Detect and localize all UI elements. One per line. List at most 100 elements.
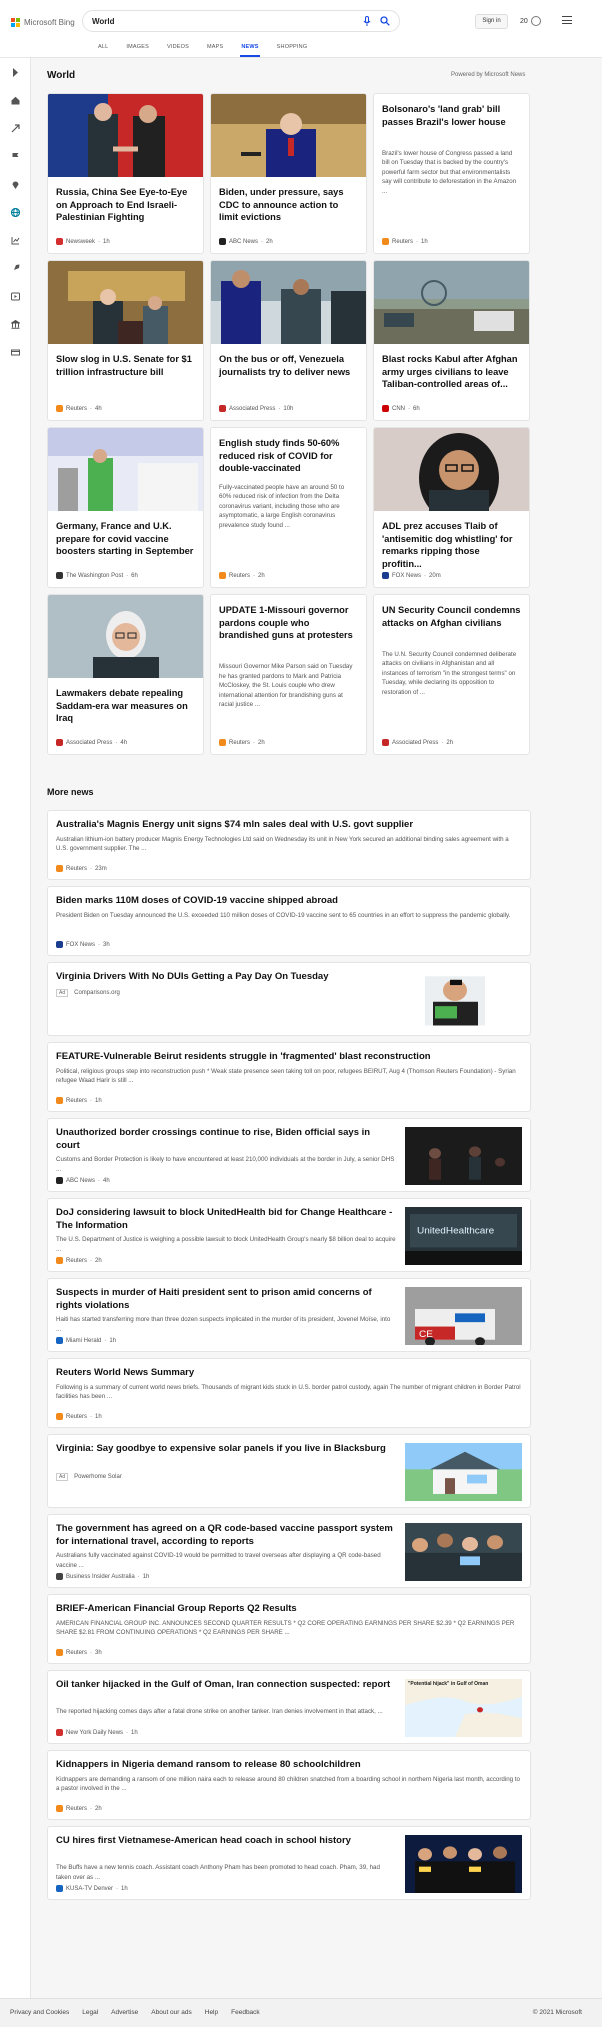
news-list-item[interactable]: Virginia: Say goodbye to expensive solar… [47, 1434, 531, 1508]
news-card[interactable]: Blast rocks Kabul after Afghan army urge… [373, 260, 530, 421]
money-icon[interactable] [11, 348, 20, 357]
news-card-title[interactable]: UN Security Council condemns attacks on … [382, 604, 521, 629]
microphone-icon[interactable] [362, 16, 372, 26]
footer-link[interactable]: Advertise [111, 2009, 138, 2016]
news-card[interactable]: UN Security Council condemns attacks on … [373, 594, 530, 755]
search-icon[interactable] [380, 16, 390, 26]
news-card-image[interactable] [48, 428, 203, 511]
news-list-item[interactable]: The government has agreed on a QR code-b… [47, 1514, 531, 1588]
rewards-button[interactable]: 20 [520, 16, 541, 26]
news-item-source[interactable]: FOX News · 3h [56, 941, 110, 948]
tab-videos[interactable]: VIDEOS [158, 40, 198, 58]
news-card-title[interactable]: Biden, under pressure, says CDC to annou… [219, 186, 358, 224]
search-input[interactable]: World [92, 17, 354, 26]
news-card-image[interactable] [211, 94, 366, 177]
news-item-source[interactable]: Reuters · 23m [56, 865, 107, 872]
news-list-item[interactable]: BRIEF-American Financial Group Reports Q… [47, 1594, 531, 1664]
news-item-source[interactable]: Miami Herald · 1h [56, 1337, 116, 1344]
news-item-source[interactable]: Reuters · 3h [56, 1649, 102, 1656]
news-card-source[interactable]: Associated Press · 2h [382, 739, 453, 746]
news-list-item[interactable]: Kidnappers in Nigeria demand ransom to r… [47, 1750, 531, 1820]
news-item-source[interactable]: Business Insider Australia · 1h [56, 1573, 149, 1580]
news-item-thumbnail[interactable]: CE [405, 1287, 522, 1346]
tab-all[interactable]: ALL [89, 40, 117, 58]
news-item-thumbnail[interactable] [405, 971, 522, 1029]
news-card-source[interactable]: ABC News · 2h [219, 238, 273, 245]
news-item-title[interactable]: The government has agreed on a QR code-b… [56, 1523, 396, 1548]
news-card-title[interactable]: ADL prez accuses Tlaib of 'antisemitic d… [382, 520, 521, 570]
news-card[interactable]: On the bus or off, Venezuela journalists… [210, 260, 367, 421]
entertainment-icon[interactable] [11, 292, 20, 301]
news-item-title[interactable]: Biden marks 110M doses of COVID-19 vacci… [56, 895, 522, 908]
news-item-source[interactable]: Reuters · 1h [56, 1097, 102, 1104]
tab-images[interactable]: IMAGES [117, 40, 158, 58]
news-item-source[interactable]: ABC News · 4h [56, 1177, 110, 1184]
news-item-source[interactable]: Reuters · 2h [56, 1805, 102, 1812]
news-card-title[interactable]: Blast rocks Kabul after Afghan army urge… [382, 353, 521, 391]
news-card-image[interactable] [374, 261, 529, 344]
news-item-title[interactable]: Oil tanker hijacked in the Gulf of Oman,… [56, 1679, 396, 1692]
news-item-title[interactable]: Kidnappers in Nigeria demand ransom to r… [56, 1759, 522, 1772]
news-card-source[interactable]: Reuters · 2h [219, 739, 265, 746]
news-card-source[interactable]: FOX News · 20m [382, 572, 441, 579]
news-item-thumbnail[interactable] [405, 1523, 522, 1581]
news-card[interactable]: UPDATE 1-Missouri governor pardons coupl… [210, 594, 367, 755]
politics-icon[interactable] [11, 320, 20, 329]
expand-arrow-icon[interactable] [11, 68, 20, 77]
trending-icon[interactable] [11, 124, 20, 133]
news-list-item[interactable]: FEATURE-Vulnerable Beirut residents stru… [47, 1042, 531, 1112]
news-item-source[interactable]: Ad Comparisons.org [56, 988, 120, 997]
bing-logo[interactable]: Microsoft Bing [11, 15, 75, 29]
news-card-source[interactable]: The Washington Post · 6h [56, 572, 138, 579]
news-list-item[interactable]: Oil tanker hijacked in the Gulf of Oman,… [47, 1670, 531, 1744]
news-list-item[interactable]: Biden marks 110M doses of COVID-19 vacci… [47, 886, 531, 956]
news-card-title[interactable]: Germany, France and U.K. prepare for cov… [56, 520, 195, 558]
news-item-source[interactable]: KUSA-TV Denver · 1h [56, 1885, 128, 1892]
news-card-image[interactable] [211, 261, 366, 344]
powered-by-label[interactable]: Powered by Microsoft News [451, 72, 525, 78]
news-item-source[interactable]: Reuters · 1h [56, 1413, 102, 1420]
news-card[interactable]: English study finds 50-60% reduced risk … [210, 427, 367, 588]
footer-link[interactable]: Help [205, 2009, 218, 2016]
flag-icon[interactable] [11, 152, 20, 161]
news-card-title[interactable]: Russia, China See Eye-to-Eye on Approach… [56, 186, 195, 224]
news-item-title[interactable]: Suspects in murder of Haiti president se… [56, 1287, 396, 1312]
tab-news[interactable]: NEWS [232, 40, 267, 58]
news-card[interactable]: Bolsonaro's 'land grab' bill passes Braz… [373, 93, 530, 254]
news-card[interactable]: Germany, France and U.K. prepare for cov… [47, 427, 204, 588]
news-list-item[interactable]: Virginia Drivers With No DUIs Getting a … [47, 962, 531, 1036]
news-card-title[interactable]: UPDATE 1-Missouri governor pardons coupl… [219, 604, 358, 642]
news-item-thumbnail[interactable] [405, 1443, 522, 1501]
news-list-item[interactable]: DoJ considering lawsuit to block UnitedH… [47, 1198, 531, 1272]
news-list-item[interactable]: Australia's Magnis Energy unit signs $74… [47, 810, 531, 880]
sign-in-button[interactable]: Sign in [475, 14, 508, 29]
news-card-title[interactable]: Lawmakers debate repealing Saddam-era wa… [56, 687, 195, 725]
footer-link[interactable]: Feedback [231, 2009, 260, 2016]
news-item-source[interactable]: Ad Powerhome Solar [56, 1473, 122, 1481]
news-item-source[interactable]: Reuters · 2h [56, 1257, 102, 1264]
news-item-title[interactable]: Virginia: Say goodbye to expensive solar… [56, 1443, 396, 1456]
news-card-title[interactable]: On the bus or off, Venezuela journalists… [219, 353, 358, 378]
news-card-source[interactable]: Associated Press · 4h [56, 739, 127, 746]
location-icon[interactable] [11, 180, 20, 189]
news-item-title[interactable]: Australia's Magnis Energy unit signs $74… [56, 819, 522, 832]
news-item-title[interactable]: Reuters World News Summary [56, 1367, 522, 1380]
news-card[interactable]: Slow slog in U.S. Senate for $1 trillion… [47, 260, 204, 421]
search-box[interactable]: World [82, 10, 400, 32]
news-card-image[interactable] [48, 595, 203, 678]
rocket-icon[interactable] [11, 264, 20, 273]
news-item-thumbnail[interactable] [405, 1127, 522, 1185]
tab-shopping[interactable]: SHOPPING [268, 40, 317, 58]
news-card-source[interactable]: Reuters · 1h [382, 238, 428, 245]
news-card[interactable]: ADL prez accuses Tlaib of 'antisemitic d… [373, 427, 530, 588]
news-card[interactable]: Russia, China See Eye-to-Eye on Approach… [47, 93, 204, 254]
footer-link[interactable]: Privacy and Cookies [10, 2009, 69, 2016]
news-item-title[interactable]: FEATURE-Vulnerable Beirut residents stru… [56, 1051, 522, 1064]
news-card[interactable]: Biden, under pressure, says CDC to annou… [210, 93, 367, 254]
news-card-source[interactable]: Reuters · 4h [56, 405, 102, 412]
news-item-thumbnail[interactable]: "Potential hijack" in Gulf of Oman [405, 1679, 522, 1737]
news-card-title[interactable]: Bolsonaro's 'land grab' bill passes Braz… [382, 103, 521, 128]
globe-icon[interactable] [11, 208, 20, 217]
news-card[interactable]: Lawmakers debate repealing Saddam-era wa… [47, 594, 204, 755]
news-list-item[interactable]: Suspects in murder of Haiti president se… [47, 1278, 531, 1352]
